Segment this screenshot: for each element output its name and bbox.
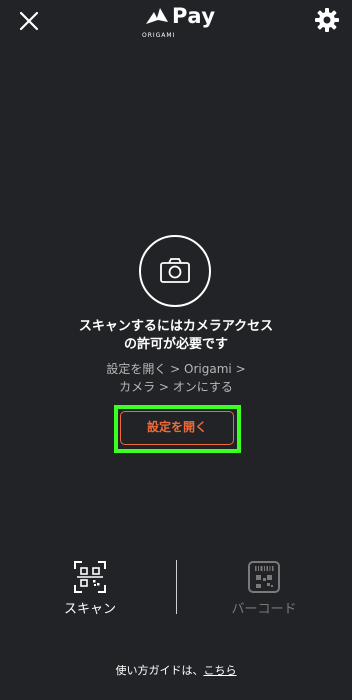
permission-instructions-line1: 設定を開く > Origami > <box>106 362 246 376</box>
guide-link[interactable]: こちら <box>204 664 237 677</box>
camera-icon-circle <box>139 235 211 307</box>
tab-divider <box>176 560 177 614</box>
logo-subtext: ORIGAMI <box>142 32 176 39</box>
tab-barcode-label: バーコード <box>231 602 297 617</box>
guide-text: 使い方ガイドは、こちら <box>0 662 352 678</box>
tab-scan-label: スキャン <box>63 602 116 617</box>
permission-title: スキャンするにはカメラアクセス の許可が必要です <box>0 318 352 354</box>
permission-instructions-line2: カメラ > オンにする <box>119 380 233 394</box>
crane-logo-icon <box>146 8 168 24</box>
close-button[interactable] <box>16 8 42 34</box>
permission-title-line2: の許可が必要です <box>123 337 228 352</box>
tab-scan[interactable]: スキャン <box>40 558 140 618</box>
permission-title-line1: スキャンするにはカメラアクセス <box>78 319 274 334</box>
guide-prefix: 使い方ガイドは、 <box>115 664 204 677</box>
settings-button[interactable] <box>313 6 341 34</box>
logo-text: Pay <box>172 4 216 28</box>
origami-pay-logo: Pay ORIGAMI <box>142 4 216 40</box>
gear-icon <box>315 8 339 32</box>
barcode-icon <box>248 561 280 593</box>
camera-icon <box>160 258 190 283</box>
permission-instructions: 設定を開く > Origami > カメラ > オンにする <box>0 360 352 396</box>
close-icon <box>19 11 39 31</box>
open-settings-button[interactable]: 設定を開く <box>120 411 234 445</box>
tab-barcode[interactable]: バーコード <box>214 558 314 618</box>
qr-scan-icon <box>74 561 106 593</box>
